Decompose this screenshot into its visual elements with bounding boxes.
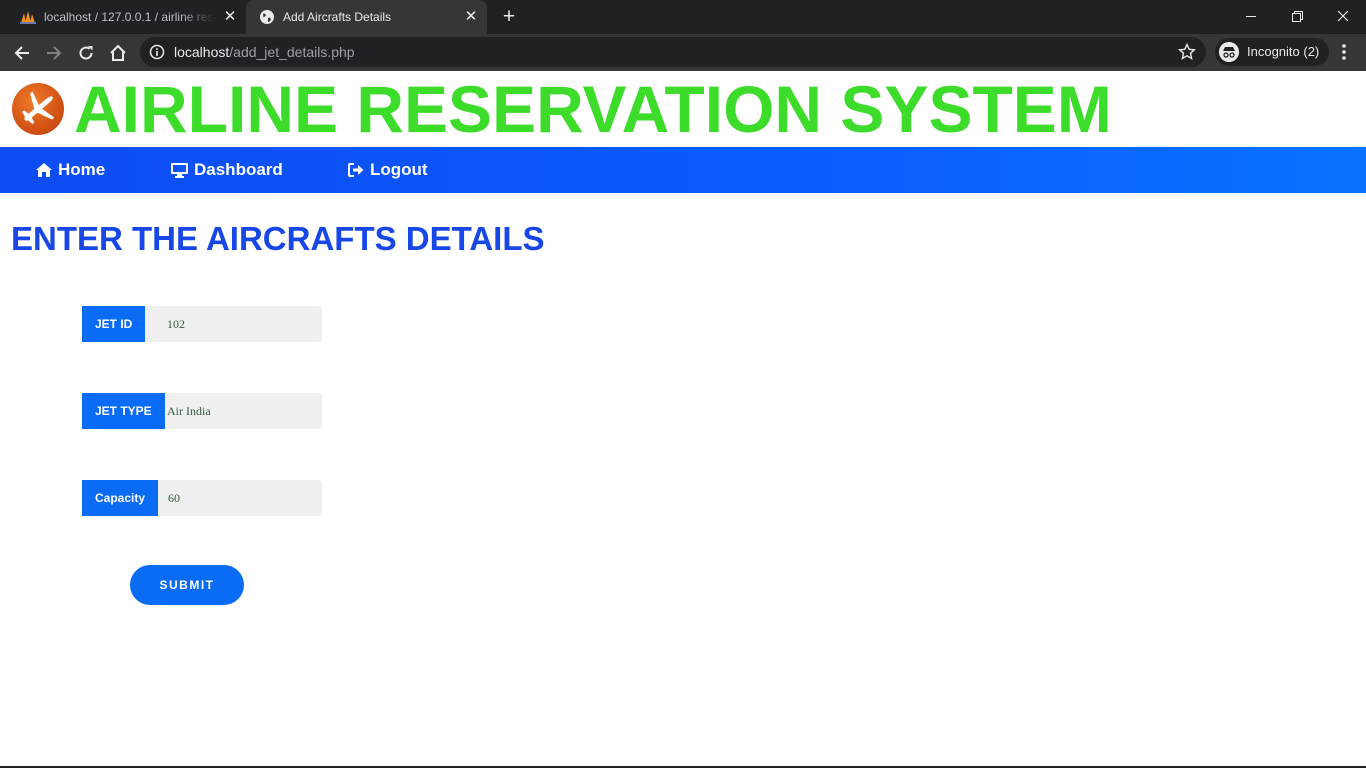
home-button[interactable]	[104, 39, 132, 67]
close-tab-icon[interactable]: ✕	[222, 9, 238, 25]
forward-button[interactable]	[40, 39, 68, 67]
globe-icon	[260, 10, 274, 24]
bookmark-star-icon[interactable]	[1178, 43, 1196, 61]
jet-type-label: JET TYPE	[82, 393, 165, 429]
site-header: AIRLINE RESERVATION SYSTEM	[0, 71, 1366, 147]
jet-type-input[interactable]	[165, 393, 322, 429]
browser-tab-phpmyadmin[interactable]: localhost / 127.0.0.1 / airline reservat…	[0, 0, 246, 34]
tab-title: Add Aircrafts Details	[283, 10, 392, 24]
arrow-right-icon	[47, 46, 62, 60]
close-window-button[interactable]	[1320, 0, 1366, 32]
home-icon	[110, 44, 126, 61]
nav-dashboard-label: Dashboard	[194, 160, 283, 179]
minimize-button[interactable]	[1228, 0, 1274, 32]
browser-tabstrip: localhost / 127.0.0.1 / airline reservat…	[0, 0, 1366, 34]
capacity-input[interactable]	[158, 480, 322, 516]
nav-dashboard[interactable]: Dashboard	[171, 147, 283, 193]
close-tab-icon[interactable]: ✕	[463, 9, 479, 25]
incognito-indicator[interactable]: Incognito (2)	[1215, 38, 1330, 66]
restore-button[interactable]	[1274, 0, 1320, 32]
address-bar[interactable]: localhost/add_jet_details.php	[140, 37, 1206, 67]
sign-out-icon	[348, 163, 364, 177]
nav-home[interactable]: Home	[36, 147, 105, 193]
tab-title: localhost / 127.0.0.1 / airline reservat…	[44, 10, 214, 24]
page-title: ENTER THE AIRCRAFTS DETAILS	[11, 220, 545, 257]
nav-home-label: Home	[58, 160, 106, 179]
capacity-field: Capacity	[82, 480, 322, 516]
new-tab-button[interactable]: +	[498, 6, 520, 28]
page-content: AIRLINE RESERVATION SYSTEM Home Dashboar…	[0, 71, 1366, 768]
main-navbar: Home Dashboard Logout	[0, 147, 1366, 193]
home-icon	[36, 163, 52, 177]
nav-logout-label: Logout	[370, 160, 428, 179]
restore-icon	[1291, 10, 1303, 22]
site-title: AIRLINE RESERVATION SYSTEM	[74, 72, 1112, 146]
jet-id-field: JET ID	[82, 306, 322, 342]
info-icon	[149, 44, 165, 60]
capacity-label: Capacity	[82, 480, 159, 516]
submit-button[interactable]: SUBMIT	[130, 565, 244, 605]
close-icon	[1337, 10, 1349, 22]
arrow-left-icon	[14, 46, 29, 60]
jet-id-label: JET ID	[82, 306, 146, 342]
browser-toolbar: localhost/add_jet_details.php Incognito …	[0, 34, 1366, 71]
url-path: /add_jet_details.php	[229, 44, 355, 60]
back-button[interactable]	[8, 39, 36, 67]
reload-icon	[79, 46, 93, 60]
url-text: localhost/add_jet_details.php	[174, 44, 355, 60]
jet-id-input[interactable]	[145, 306, 322, 342]
nav-logout[interactable]: Logout	[348, 147, 428, 193]
url-host: localhost	[174, 44, 230, 60]
phpmyadmin-icon	[20, 11, 36, 24]
jet-type-field: JET TYPE	[82, 393, 322, 429]
desktop-icon	[171, 162, 188, 178]
browser-tab-active[interactable]: Add Aircrafts Details ✕	[246, 0, 487, 34]
incognito-label: Incognito (2)	[1247, 44, 1320, 59]
more-vertical-icon	[1342, 44, 1346, 60]
minimize-icon	[1246, 16, 1256, 17]
incognito-icon	[1219, 42, 1239, 62]
browser-menu-button[interactable]	[1334, 40, 1354, 64]
reload-button[interactable]	[72, 39, 100, 67]
airplane-icon	[12, 83, 64, 135]
